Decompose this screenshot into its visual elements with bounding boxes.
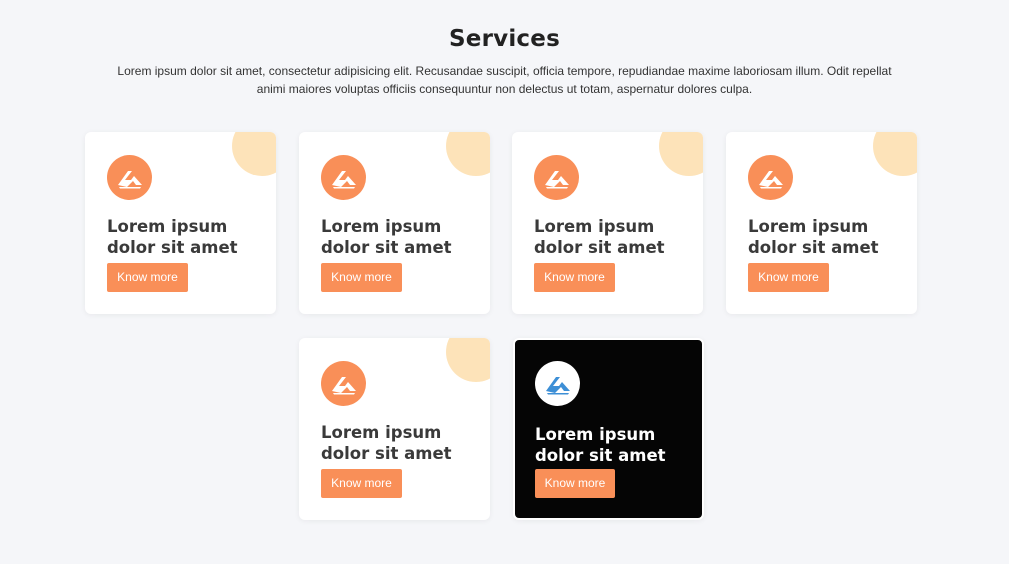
logo-icon: [534, 155, 579, 200]
services-grid: Lorem ipsum dolor sit amet Know more Lor…: [0, 0, 1009, 564]
service-card[interactable]: Lorem ipsum dolor sit amet Know more: [299, 338, 490, 520]
card-heading: Lorem ipsum dolor sit amet: [748, 217, 879, 257]
card-heading: Lorem ipsum dolor sit amet: [535, 425, 666, 465]
logo-icon: [535, 361, 580, 406]
logo-icon-glyph: [758, 170, 783, 188]
know-more-button[interactable]: Know more: [321, 263, 402, 292]
logo-icon-glyph: [544, 170, 569, 188]
know-more-button[interactable]: Know more: [535, 469, 615, 498]
card-corner-decoration: [873, 132, 917, 176]
logo-icon-glyph: [545, 376, 570, 394]
card-corner-decoration: [232, 132, 276, 176]
service-card[interactable]: Lorem ipsum dolor sit amet Know more: [299, 132, 490, 314]
know-more-button[interactable]: Know more: [748, 263, 829, 292]
know-more-button[interactable]: Know more: [534, 263, 615, 292]
card-heading: Lorem ipsum dolor sit amet: [107, 217, 238, 257]
logo-icon: [321, 155, 366, 200]
know-more-button[interactable]: Know more: [107, 263, 188, 292]
card-heading: Lorem ipsum dolor sit amet: [321, 217, 452, 257]
logo-icon: [748, 155, 793, 200]
know-more-button[interactable]: Know more: [321, 469, 402, 498]
logo-icon-glyph: [331, 376, 356, 394]
card-corner-decoration: [659, 132, 703, 176]
logo-icon: [321, 361, 366, 406]
logo-icon-glyph: [331, 170, 356, 188]
card-corner-decoration: [446, 338, 490, 382]
logo-icon-glyph: [117, 170, 142, 188]
card-heading: Lorem ipsum dolor sit amet: [534, 217, 665, 257]
logo-icon: [107, 155, 152, 200]
service-card-active[interactable]: Lorem ipsum dolor sit amet Know more: [513, 338, 704, 520]
service-card[interactable]: Lorem ipsum dolor sit amet Know more: [726, 132, 917, 314]
service-card[interactable]: Lorem ipsum dolor sit amet Know more: [512, 132, 703, 314]
service-card[interactable]: Lorem ipsum dolor sit amet Know more: [85, 132, 276, 314]
card-heading: Lorem ipsum dolor sit amet: [321, 423, 452, 463]
card-corner-decoration: [446, 132, 490, 176]
